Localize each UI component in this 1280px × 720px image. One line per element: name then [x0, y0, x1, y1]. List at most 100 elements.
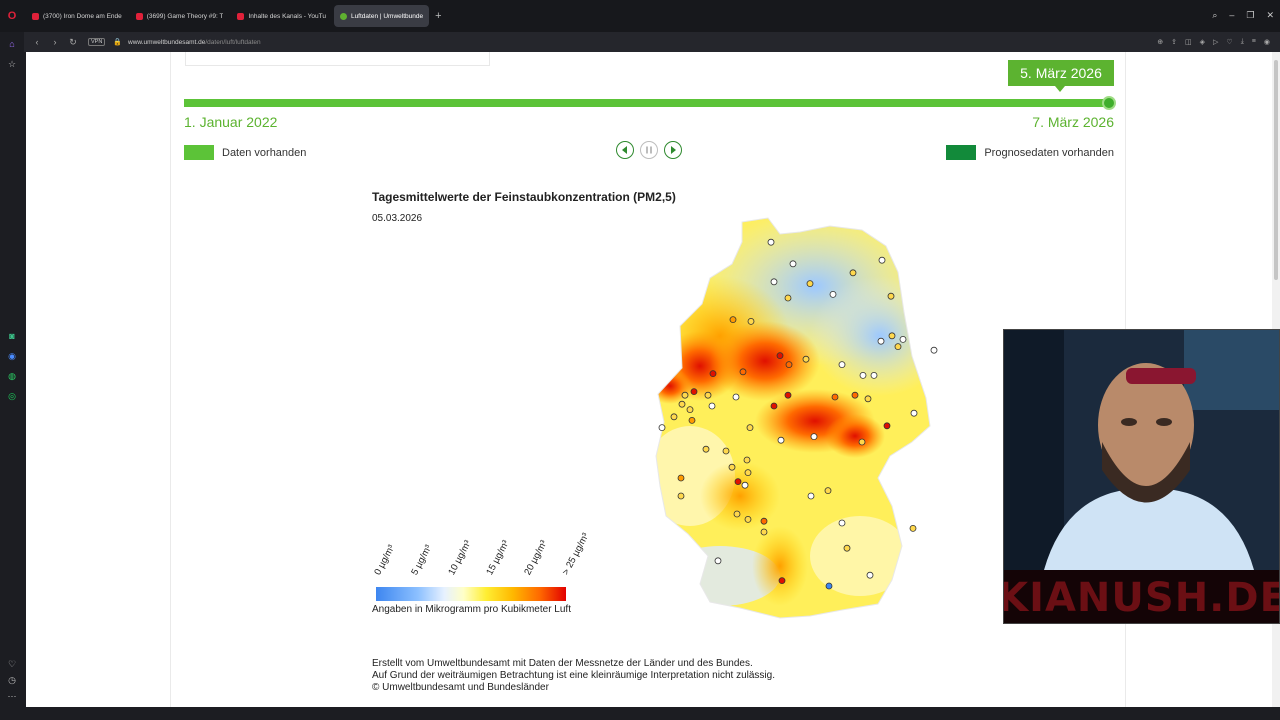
- station-marker[interactable]: [704, 391, 712, 399]
- station-marker[interactable]: [728, 463, 736, 471]
- station-marker[interactable]: [829, 291, 837, 298]
- station-marker[interactable]: [733, 510, 741, 518]
- station-marker[interactable]: [778, 577, 786, 585]
- station-marker[interactable]: [866, 571, 874, 579]
- station-marker[interactable]: [888, 332, 896, 340]
- station-marker[interactable]: [784, 294, 792, 302]
- station-marker[interactable]: [770, 402, 778, 410]
- forward-icon[interactable]: ›: [50, 37, 60, 47]
- station-marker[interactable]: [807, 492, 815, 500]
- station-marker[interactable]: [930, 346, 938, 354]
- station-marker[interactable]: [859, 371, 867, 379]
- station-marker[interactable]: [747, 318, 755, 325]
- station-marker[interactable]: [690, 388, 698, 396]
- station-marker[interactable]: [744, 469, 752, 477]
- station-marker[interactable]: [739, 368, 747, 376]
- station-marker[interactable]: [851, 391, 859, 399]
- station-marker[interactable]: [887, 292, 895, 300]
- station-marker[interactable]: [734, 478, 742, 486]
- station-marker[interactable]: [877, 337, 885, 345]
- station-marker[interactable]: [678, 400, 686, 408]
- station-marker[interactable]: [658, 424, 666, 432]
- station-marker[interactable]: [894, 343, 902, 351]
- timeline-slider[interactable]: [184, 96, 1117, 110]
- heart-icon[interactable]: ♡: [6, 658, 18, 670]
- play-icon[interactable]: ▷: [1213, 38, 1218, 46]
- station-marker[interactable]: [838, 361, 846, 369]
- tab-luftdaten[interactable]: Luftdaten | Umweltbunde: [333, 5, 430, 27]
- station-marker[interactable]: [702, 445, 710, 453]
- maximize-icon[interactable]: ❐: [1246, 10, 1254, 21]
- station-marker[interactable]: [722, 447, 730, 455]
- spotify-icon[interactable]: ◎: [6, 390, 18, 402]
- station-marker[interactable]: [910, 409, 918, 417]
- tab-channel-content[interactable]: Inhalte des Kanals - YouTu: [231, 5, 331, 27]
- station-marker[interactable]: [878, 256, 886, 264]
- station-marker[interactable]: [785, 361, 793, 369]
- heart-icon[interactable]: ♡: [1226, 38, 1232, 46]
- tab-game-theory[interactable]: (3699) Game Theory #9: T: [130, 5, 230, 27]
- station-marker[interactable]: [831, 393, 839, 401]
- download-icon[interactable]: ⤓: [1241, 38, 1244, 46]
- lock-icon[interactable]: 🔒: [113, 38, 122, 46]
- station-marker[interactable]: [677, 492, 685, 500]
- star-icon[interactable]: ☆: [6, 58, 18, 70]
- station-marker[interactable]: [802, 355, 810, 363]
- station-marker[interactable]: [688, 416, 696, 424]
- station-marker[interactable]: [686, 406, 694, 414]
- minimize-icon[interactable]: –: [1229, 10, 1234, 21]
- station-marker[interactable]: [729, 316, 737, 323]
- station-marker[interactable]: [909, 524, 917, 532]
- station-marker[interactable]: [777, 436, 785, 444]
- station-marker[interactable]: [760, 528, 768, 536]
- tab-iron-dome[interactable]: (3700) Iron Dome am Ende: [26, 5, 128, 27]
- station-marker[interactable]: [810, 433, 818, 441]
- station-marker[interactable]: [677, 474, 685, 482]
- more-icon[interactable]: ⋯: [6, 690, 18, 702]
- station-marker[interactable]: [806, 280, 814, 287]
- new-tab-button[interactable]: +: [435, 10, 441, 22]
- station-marker[interactable]: [760, 517, 768, 525]
- back-icon[interactable]: ‹: [32, 37, 42, 47]
- station-marker[interactable]: [732, 393, 740, 401]
- extension-icon[interactable]: ◈: [1200, 38, 1205, 46]
- station-marker[interactable]: [709, 370, 717, 378]
- station-marker[interactable]: [784, 391, 792, 399]
- url-field[interactable]: www.umweltbundesamt.de/daten/luft/luftda…: [128, 39, 261, 46]
- station-marker[interactable]: [864, 395, 872, 403]
- close-window-icon[interactable]: ✕: [1266, 10, 1274, 21]
- station-marker[interactable]: [824, 487, 832, 495]
- station-marker[interactable]: [744, 515, 752, 523]
- vpn-badge[interactable]: VPN: [88, 38, 106, 46]
- zoom-icon[interactable]: ⊕: [1157, 38, 1163, 46]
- ai-icon[interactable]: ◙: [6, 330, 18, 342]
- whatsapp-icon[interactable]: ◍: [6, 370, 18, 382]
- play-button[interactable]: [664, 141, 682, 159]
- station-marker[interactable]: [838, 519, 846, 527]
- station-marker[interactable]: [714, 557, 722, 565]
- station-marker[interactable]: [708, 402, 716, 410]
- history-icon[interactable]: ◷: [6, 674, 18, 686]
- station-marker[interactable]: [849, 269, 857, 277]
- station-marker[interactable]: [767, 238, 775, 246]
- station-marker[interactable]: [670, 413, 678, 421]
- station-marker[interactable]: [770, 278, 778, 286]
- pause-button[interactable]: [640, 141, 658, 159]
- station-marker[interactable]: [741, 481, 749, 489]
- station-marker[interactable]: [858, 438, 866, 446]
- station-marker[interactable]: [825, 582, 833, 590]
- menu-icon[interactable]: ≡: [1252, 38, 1256, 46]
- profile-icon[interactable]: ◉: [1264, 38, 1270, 46]
- home-icon[interactable]: ⌂: [6, 38, 18, 50]
- station-marker[interactable]: [870, 371, 878, 379]
- station-marker[interactable]: [843, 544, 851, 552]
- station-marker[interactable]: [776, 352, 784, 360]
- share-icon[interactable]: ⇪: [1171, 38, 1177, 46]
- snapshot-icon[interactable]: ◫: [1185, 38, 1192, 46]
- station-marker[interactable]: [743, 456, 751, 464]
- station-marker[interactable]: [789, 260, 797, 268]
- messenger-icon[interactable]: ◉: [6, 350, 18, 362]
- search-tabs-icon[interactable]: ⌕: [1212, 10, 1217, 21]
- step-back-button[interactable]: [616, 141, 634, 159]
- station-marker[interactable]: [883, 422, 891, 430]
